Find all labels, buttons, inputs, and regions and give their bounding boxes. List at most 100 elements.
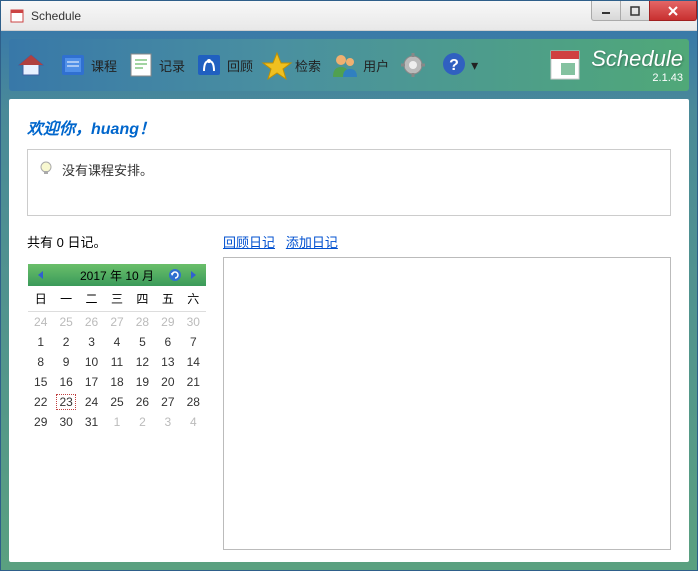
window-controls [592, 1, 697, 30]
calendar-day[interactable]: 3 [79, 332, 104, 352]
brand-icon [547, 47, 583, 83]
calendar-grid: 日一二三四五六242526272829301234567891011121314… [28, 286, 206, 432]
calendar-day[interactable]: 5 [130, 332, 155, 352]
calendar-day[interactable]: 23 [53, 392, 78, 412]
calendar-day[interactable]: 10 [79, 352, 104, 372]
calendar-day[interactable]: 4 [181, 412, 206, 432]
calendar-day[interactable]: 1 [28, 332, 53, 352]
help-icon: ? [439, 49, 471, 81]
toolbar-label: 检索 [295, 56, 321, 75]
welcome-text: 欢迎你，huang！ [27, 115, 671, 139]
lightbulb-icon [38, 160, 54, 176]
gear-icon [397, 49, 429, 81]
calendar-day[interactable]: 24 [79, 392, 104, 412]
calendar-day[interactable]: 30 [181, 312, 206, 332]
calendar-day[interactable]: 30 [53, 412, 78, 432]
calendar: 2017 年 10 月 日一二三四五六242526272829301234567… [27, 263, 207, 433]
toolbar-search[interactable]: 检索 [261, 49, 321, 81]
calendar-day[interactable]: 20 [155, 372, 180, 392]
toolbar-review[interactable]: 回顾 [193, 49, 253, 81]
lower-section: 共有 0 日记。 2017 年 10 月 [27, 232, 671, 550]
diary-count: 共有 0 日记。 [27, 232, 207, 251]
calendar-dow: 五 [155, 286, 180, 312]
diary-links: 回顾日记 添加日记 [223, 232, 671, 251]
content-area: 欢迎你，huang！ 没有课程安排。 共有 0 日记。 20 1 [9, 99, 689, 562]
dropdown-arrow-icon: ▾ [471, 57, 478, 74]
review-diary-link[interactable]: 回顾日记 [223, 235, 275, 250]
calendar-day[interactable]: 15 [28, 372, 53, 392]
calendar-day[interactable]: 4 [104, 332, 129, 352]
calendar-day[interactable]: 6 [155, 332, 180, 352]
calendar-day[interactable]: 1 [104, 412, 129, 432]
calendar-day[interactable]: 27 [155, 392, 180, 412]
message-box: 没有课程安排。 [27, 149, 671, 216]
toolbar: 课程 记录 回顾 检索 [9, 39, 689, 91]
calendar-next-button[interactable] [184, 266, 202, 284]
brand: Schedule 2.1.43 [591, 46, 683, 84]
toolbar-record[interactable]: 记录 [125, 49, 185, 81]
calendar-day[interactable]: 28 [181, 392, 206, 412]
toolbar-help[interactable]: ? ▾ [439, 49, 478, 81]
toolbar-label: 回顾 [227, 56, 253, 75]
calendar-day[interactable]: 17 [79, 372, 104, 392]
calendar-day[interactable]: 21 [181, 372, 206, 392]
toolbar-course[interactable]: 课程 [57, 49, 117, 81]
toolbar-label: 记录 [159, 56, 185, 75]
add-diary-link[interactable]: 添加日记 [286, 235, 338, 250]
app-icon [9, 8, 25, 24]
minimize-button[interactable] [591, 1, 621, 21]
calendar-day[interactable]: 25 [53, 312, 78, 332]
toolbar-user[interactable]: 用户 [329, 49, 389, 81]
window-title: Schedule [31, 9, 592, 23]
calendar-day[interactable]: 2 [130, 412, 155, 432]
toolbar-label: 课程 [91, 56, 117, 75]
calendar-day[interactable]: 31 [79, 412, 104, 432]
calendar-day[interactable]: 18 [104, 372, 129, 392]
svg-text:?: ? [449, 57, 459, 74]
calendar-day[interactable]: 7 [181, 332, 206, 352]
calendar-day[interactable]: 13 [155, 352, 180, 372]
calendar-day[interactable]: 14 [181, 352, 206, 372]
calendar-dow: 一 [53, 286, 78, 312]
maximize-button[interactable] [620, 1, 650, 21]
calendar-day[interactable]: 3 [155, 412, 180, 432]
toolbar-home[interactable] [15, 49, 49, 81]
close-button[interactable] [649, 1, 697, 21]
calendar-day[interactable]: 9 [53, 352, 78, 372]
right-column: 回顾日记 添加日记 [223, 232, 671, 550]
calendar-day[interactable]: 29 [28, 412, 53, 432]
calendar-day[interactable]: 25 [104, 392, 129, 412]
app-window: Schedule 课程 记录 [0, 0, 698, 571]
calendar-header: 2017 年 10 月 [28, 264, 206, 286]
review-icon [193, 49, 225, 81]
calendar-day[interactable]: 24 [28, 312, 53, 332]
toolbar-settings[interactable] [397, 49, 431, 81]
diary-pane[interactable] [223, 257, 671, 550]
calendar-day[interactable]: 26 [79, 312, 104, 332]
calendar-dow: 日 [28, 286, 53, 312]
calendar-day[interactable]: 16 [53, 372, 78, 392]
calendar-today-button[interactable] [166, 266, 184, 284]
calendar-day[interactable]: 11 [104, 352, 129, 372]
calendar-day[interactable]: 27 [104, 312, 129, 332]
calendar-title[interactable]: 2017 年 10 月 [80, 267, 154, 284]
message-text: 没有课程安排。 [62, 160, 153, 179]
calendar-day[interactable]: 19 [130, 372, 155, 392]
calendar-prev-button[interactable] [32, 266, 50, 284]
calendar-day[interactable]: 22 [28, 392, 53, 412]
calendar-dow: 三 [104, 286, 129, 312]
calendar-day[interactable]: 8 [28, 352, 53, 372]
calendar-day[interactable]: 29 [155, 312, 180, 332]
titlebar: Schedule [1, 1, 697, 31]
brand-name: Schedule [591, 46, 683, 72]
calendar-day[interactable]: 2 [53, 332, 78, 352]
brand-version: 2.1.43 [591, 72, 683, 84]
left-column: 共有 0 日记。 2017 年 10 月 [27, 232, 207, 550]
record-icon [125, 49, 157, 81]
calendar-day[interactable]: 12 [130, 352, 155, 372]
search-icon [261, 49, 293, 81]
calendar-dow: 四 [130, 286, 155, 312]
calendar-day[interactable]: 28 [130, 312, 155, 332]
calendar-day[interactable]: 26 [130, 392, 155, 412]
window-body: 课程 记录 回顾 检索 [1, 31, 697, 570]
